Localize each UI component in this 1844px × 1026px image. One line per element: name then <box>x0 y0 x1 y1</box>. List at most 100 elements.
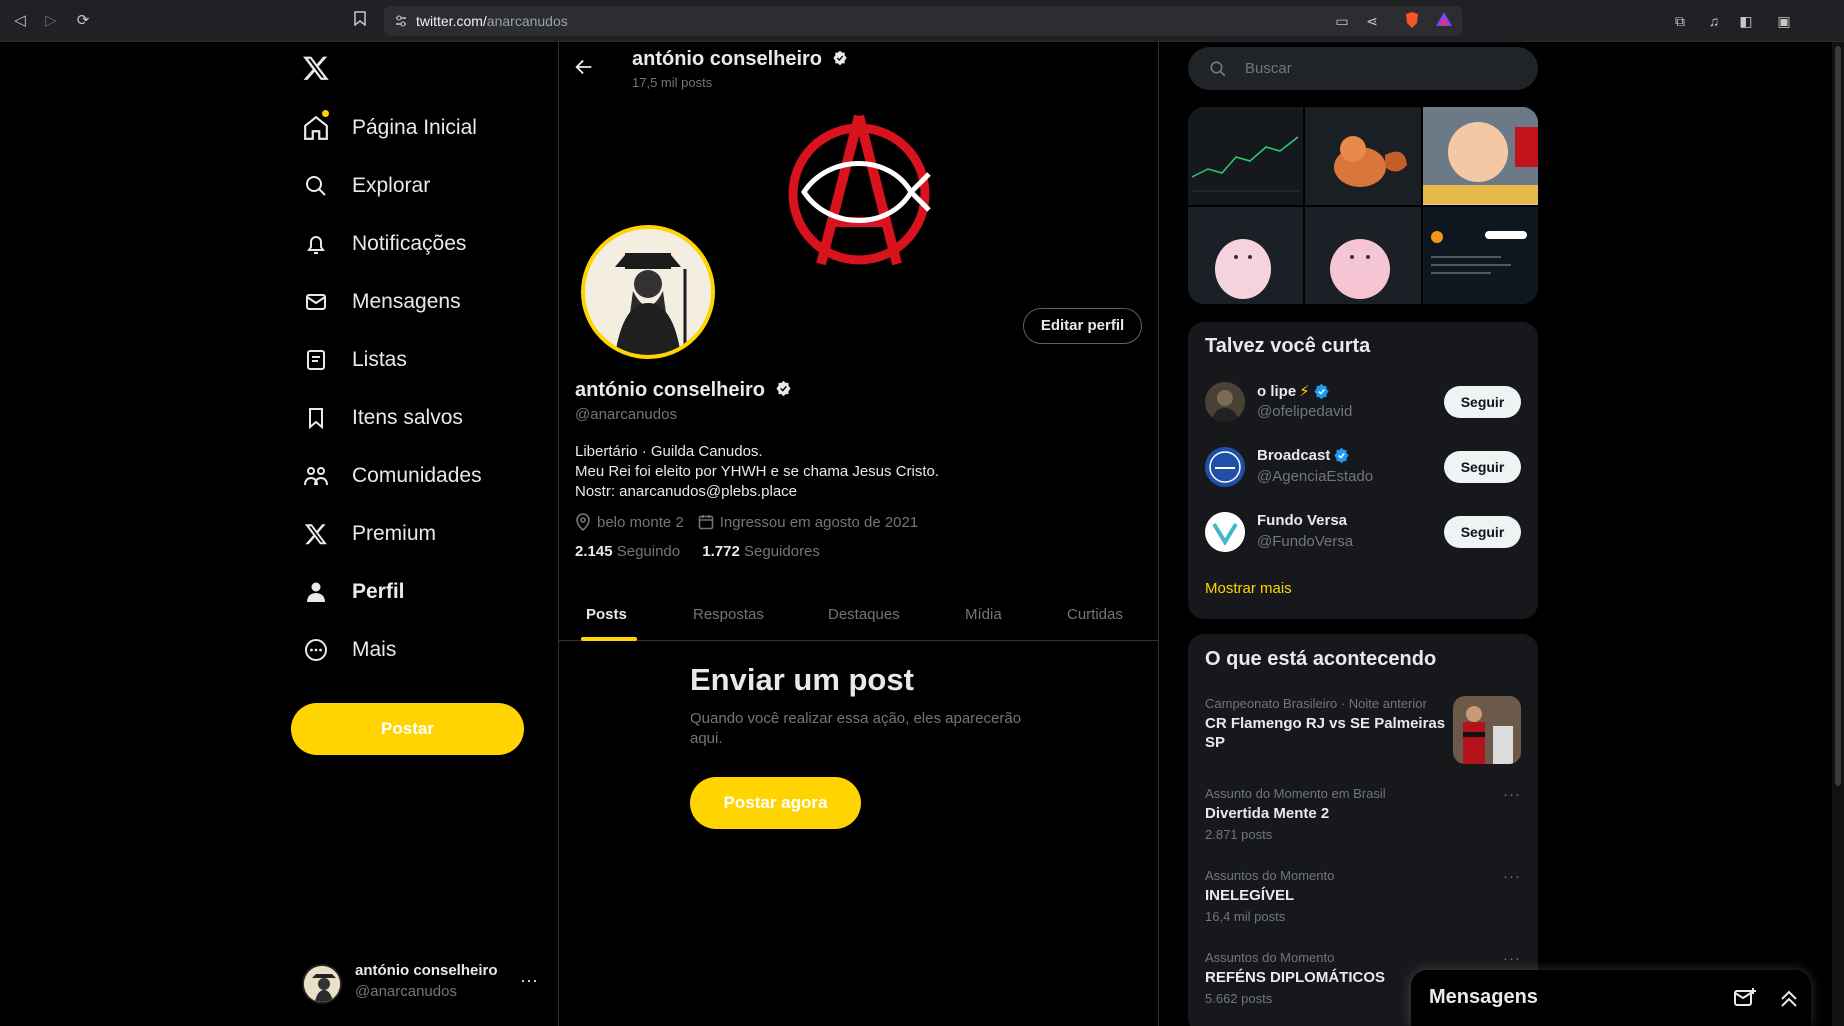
x-logo-icon[interactable] <box>302 54 330 82</box>
communities-icon <box>300 460 332 492</box>
post-now-button[interactable]: Postar agora <box>690 777 861 829</box>
media-thumb-baby[interactable] <box>1422 107 1538 205</box>
search-input[interactable]: Buscar <box>1188 47 1538 90</box>
profile-column: antónio conselheiro 17,5 mil posts Edita… <box>558 42 1159 1026</box>
suggestion-handle: @ofelipedavid <box>1257 403 1353 420</box>
suggestion-handle: @FundoVersa <box>1257 533 1354 550</box>
lightning-icon: ⚡ <box>1299 383 1310 400</box>
following-link[interactable]: 2.145 Seguindo <box>575 543 680 560</box>
follow-button[interactable]: Seguir <box>1444 516 1521 548</box>
who-to-follow-card: Talvez você curta o lipe ⚡ @ofelipedavid … <box>1188 322 1538 619</box>
avatar-image <box>585 229 711 355</box>
profile-name-text: antónio conselheiro <box>575 379 766 401</box>
nav-lists[interactable]: Listas <box>300 340 407 380</box>
suggestion-name-text: Fundo Versa <box>1257 512 1348 529</box>
scrollbar-thumb[interactable] <box>1835 46 1841 786</box>
trend-item[interactable]: Assunto do Momento em Brasil Divertida M… <box>1205 786 1521 850</box>
nav-communities[interactable]: Comunidades <box>300 456 482 496</box>
brave-rewards-icon[interactable] <box>1434 11 1454 31</box>
media-thumb-profile-card[interactable] <box>1422 206 1538 304</box>
nav-notifications[interactable]: Notificações <box>300 224 466 264</box>
tab-likes[interactable]: Curtidas <box>1067 588 1123 641</box>
more-icon[interactable]: ··· <box>1503 868 1521 885</box>
profile-avatar[interactable] <box>581 225 715 359</box>
followers-link[interactable]: 1.772 Seguidores <box>702 543 820 560</box>
trend-item[interactable]: Campeonato Brasileiro · Noite anterior C… <box>1205 696 1521 766</box>
trend-item[interactable]: Assuntos do Momento INELEGÍVEL 16,4 mil … <box>1205 868 1521 932</box>
followers-label: Seguidores <box>744 543 820 560</box>
trend-context: Assunto do Momento em Brasil <box>1205 786 1386 801</box>
tab-posts[interactable]: Posts <box>586 588 627 641</box>
url-path: anarcanudos <box>486 13 568 29</box>
bio-line: Libertário · Guilda Canudos. <box>575 443 763 460</box>
profile-card-image <box>1422 206 1538 304</box>
follow-stats: 2.145 Seguindo 1.772 Seguidores <box>575 543 820 560</box>
nav-profile[interactable]: Perfil <box>300 572 405 612</box>
nav-more[interactable]: Mais <box>300 630 396 670</box>
url-text: twitter.com/anarcanudos <box>416 13 568 29</box>
profile-handle: @anarcanudos <box>575 406 677 423</box>
wallet-icon[interactable]: ▣ <box>1774 11 1794 31</box>
suggestion-handle: @AgenciaEstado <box>1257 468 1374 485</box>
media-icon[interactable]: ♫ <box>1704 11 1724 31</box>
share-icon[interactable]: ⋖ <box>1362 11 1382 31</box>
tab-highlights[interactable]: Destaques <box>828 588 900 641</box>
browser-forward-icon[interactable]: ▷ <box>41 11 61 31</box>
edit-profile-button[interactable]: Editar perfil <box>1023 308 1142 344</box>
media-thumb-vulpix[interactable] <box>1305 107 1421 205</box>
search-placeholder: Buscar <box>1245 60 1292 77</box>
extensions-icon[interactable]: ⧉ <box>1670 11 1690 31</box>
profile-joined: Ingressou em agosto de 2021 <box>719 513 919 531</box>
trend-title: Divertida Mente 2 <box>1205 805 1330 822</box>
site-info-icon[interactable] <box>394 14 408 28</box>
post-button[interactable]: Postar <box>291 703 524 755</box>
messages-drawer-title: Mensagens <box>1429 986 1538 1008</box>
more-icon[interactable]: ··· <box>1503 786 1521 803</box>
nav-profile-label: Perfil <box>352 580 405 603</box>
follow-button[interactable]: Seguir <box>1444 451 1521 483</box>
nav-messages[interactable]: Mensagens <box>300 282 461 322</box>
baby-photo-image <box>1422 107 1538 204</box>
browser-reload-icon[interactable]: ⟳ <box>73 11 93 31</box>
avatar <box>1205 512 1245 552</box>
nav-explore-label: Explorar <box>352 174 431 197</box>
trends-title: O que está acontecendo <box>1205 648 1437 670</box>
media-thumb-clefable-2[interactable] <box>1305 206 1421 304</box>
chevron-up-icon[interactable] <box>1777 986 1801 1010</box>
browser-back-icon[interactable]: ◁ <box>10 11 30 31</box>
account-switcher[interactable]: antónio conselheiro @anarcanudos ··· <box>302 962 542 1004</box>
page-scrollbar[interactable] <box>1832 42 1844 1026</box>
bookmark-page-icon[interactable] <box>350 11 370 31</box>
follow-button[interactable]: Seguir <box>1444 386 1521 418</box>
media-thumb-clefable-1[interactable] <box>1188 206 1304 304</box>
suggestion-item[interactable]: Fundo Versa @FundoVersa Seguir <box>1205 508 1521 556</box>
following-label: Seguindo <box>616 543 681 560</box>
cast-icon[interactable]: ▭ <box>1332 11 1352 31</box>
media-preview-grid[interactable] <box>1188 107 1538 304</box>
nav-premium[interactable]: Premium <box>300 514 436 554</box>
suggestion-name: Broadcast <box>1257 447 1350 464</box>
show-more-link[interactable]: Mostrar mais <box>1205 580 1292 597</box>
suggestion-item[interactable]: Broadcast @AgenciaEstado Seguir <box>1205 443 1521 491</box>
football-photo-image <box>1453 696 1521 764</box>
followers-count: 1.772 <box>702 543 740 560</box>
url-host: twitter.com/ <box>416 13 487 29</box>
more-icon[interactable]: ··· <box>520 970 538 991</box>
back-arrow-icon[interactable] <box>573 56 595 78</box>
media-thumb-chart[interactable] <box>1188 107 1304 205</box>
address-bar[interactable]: twitter.com/anarcanudos ▭ ⋖ <box>384 6 1462 36</box>
new-message-icon[interactable] <box>1733 986 1757 1010</box>
profile-location: belo monte 2 <box>597 513 684 531</box>
verified-badge-icon <box>832 50 847 66</box>
suggestion-item[interactable]: o lipe ⚡ @ofelipedavid Seguir <box>1205 378 1521 426</box>
trend-title: CR Flamengo RJ vs SE Palmeiras SP <box>1205 715 1446 751</box>
nav-premium-label: Premium <box>352 522 437 545</box>
more-icon[interactable]: ··· <box>1503 950 1521 967</box>
sidebar-toggle-icon[interactable]: ◧ <box>1736 11 1756 31</box>
messages-drawer[interactable]: Mensagens <box>1411 970 1811 1026</box>
nav-bookmarks[interactable]: Itens salvos <box>300 398 463 438</box>
nav-explore[interactable]: Explorar <box>300 166 430 206</box>
brave-shield-icon[interactable] <box>1402 11 1422 31</box>
tab-replies[interactable]: Respostas <box>693 588 764 641</box>
tab-media[interactable]: Mídia <box>965 588 1002 641</box>
